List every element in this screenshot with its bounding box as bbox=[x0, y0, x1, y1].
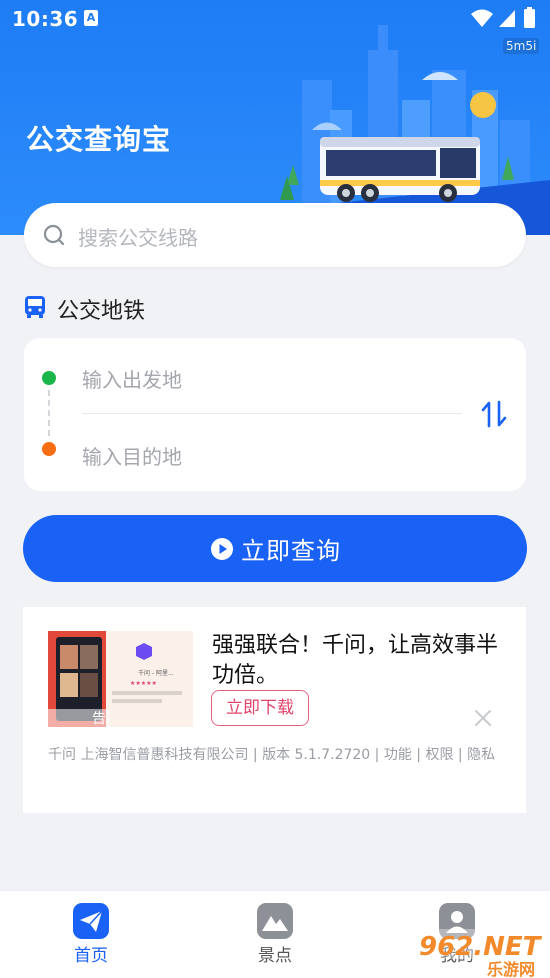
search-icon bbox=[43, 224, 65, 246]
ad-card[interactable]: 千问 - 阿里... ★★★★★ 告 强强联合！千问，让高效事半功倍。 立即下载… bbox=[23, 607, 526, 813]
ad-thumbnail: 千问 - 阿里... ★★★★★ 告 bbox=[48, 631, 193, 727]
route-connector bbox=[48, 390, 50, 436]
header-banner: 10:36 A 5m5i 公交查询宝 bbox=[0, 0, 550, 235]
search-bar[interactable]: 搜索公交线路 bbox=[24, 203, 526, 267]
site-watermark-logo: 962.NET 乐游网 bbox=[415, 929, 550, 977]
route-card: 输入出发地 输入目的地 bbox=[24, 338, 526, 491]
tab-attractions-label: 景点 bbox=[258, 946, 292, 966]
paper-plane-icon bbox=[73, 903, 109, 939]
play-circle-icon bbox=[211, 538, 233, 560]
watermark-text: 962.NET bbox=[419, 932, 543, 962]
ad-download-button[interactable]: 立即下载 bbox=[211, 690, 309, 726]
ad-image-caption: 千问 - 阿里... bbox=[138, 669, 174, 677]
watermark-subtext: 乐游网 bbox=[487, 960, 535, 977]
ad-meta-text[interactable]: 千问 上海智信普惠科技有限公司 | 版本 5.1.7.2720 | 功能 | 权… bbox=[48, 744, 508, 766]
query-button-label: 立即查询 bbox=[241, 537, 341, 565]
start-dot-icon bbox=[42, 371, 56, 385]
ad-title[interactable]: 强强联合！千问，让高效事半功倍。 bbox=[212, 631, 502, 691]
origin-input[interactable]: 输入出发地 bbox=[82, 364, 182, 393]
tab-attractions[interactable]: 景点 bbox=[215, 891, 335, 978]
close-icon[interactable] bbox=[474, 709, 492, 727]
search-input[interactable]: 搜索公交线路 bbox=[78, 222, 198, 251]
query-button[interactable]: 立即查询 bbox=[23, 515, 527, 582]
app-title: 公交查询宝 bbox=[26, 123, 172, 156]
bus-icon bbox=[25, 296, 45, 318]
destination-input[interactable]: 输入目的地 bbox=[82, 441, 182, 470]
divider bbox=[82, 413, 462, 414]
svg-text:★★★★★: ★★★★★ bbox=[130, 680, 157, 687]
mountain-icon bbox=[257, 903, 293, 939]
section-title: 公交地铁 bbox=[57, 299, 146, 324]
swap-icon[interactable] bbox=[480, 399, 508, 429]
notification-a-icon: A bbox=[84, 10, 98, 26]
ad-badge: 告 bbox=[92, 711, 106, 727]
tab-home[interactable]: 首页 bbox=[31, 891, 151, 978]
status-time: 10:36 bbox=[12, 7, 79, 31]
ad-image[interactable]: 千问 - 阿里... ★★★★★ 告 bbox=[48, 631, 193, 727]
tab-home-label: 首页 bbox=[74, 946, 108, 966]
end-dot-icon bbox=[42, 442, 56, 456]
